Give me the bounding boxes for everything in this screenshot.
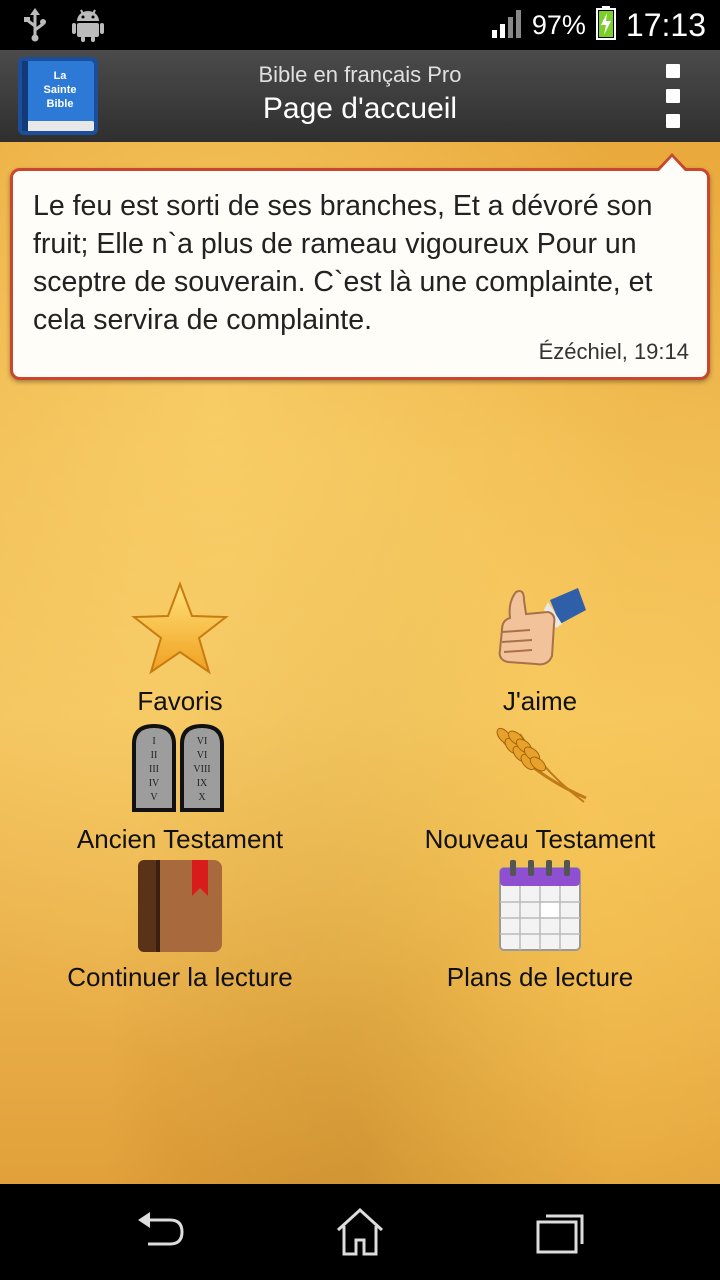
menu-item-favoris[interactable]: Favoris (80, 580, 280, 717)
tablet-numeral: III (149, 764, 159, 775)
tablet-numeral: VI (197, 750, 208, 761)
title-block: Bible en français Pro Page d'accueil (110, 50, 610, 142)
verse-of-the-day[interactable]: Le feu est sorti de ses branches, Et a d… (10, 168, 710, 380)
menu-label: Nouveau Testament (424, 824, 656, 854)
overflow-dot (666, 89, 680, 103)
menu-label: Plans de lecture (446, 962, 634, 992)
signal-icon (491, 8, 522, 43)
home-icon (336, 1207, 384, 1256)
calendar-icon (490, 856, 590, 956)
home-button[interactable] (330, 1206, 390, 1258)
battery-charging-icon (595, 5, 616, 45)
app-icon[interactable]: La Sainte Bible (16, 55, 100, 137)
tablet-numeral: IV (149, 778, 160, 789)
bookmark-book-icon (130, 856, 230, 956)
navigation-bar (0, 1184, 720, 1280)
usb-icon (22, 8, 48, 47)
menu-label: Ancien Testament (76, 824, 284, 854)
menu-label: J'aime (502, 686, 578, 716)
back-icon (138, 1212, 184, 1246)
star-icon (130, 580, 230, 680)
stone-tablets-icon: I II III IV V VI VI VIII IX X (130, 718, 230, 818)
menu-item-continuer-lecture[interactable]: Continuer la lecture (40, 856, 320, 993)
overflow-dot (666, 114, 680, 128)
verse-text: Le feu est sorti de ses branches, Et a d… (33, 190, 653, 336)
status-bar: 97% 17:13 (0, 0, 720, 50)
overflow-dot (666, 64, 680, 78)
battery-percent: 97% (531, 9, 586, 40)
tablet-numeral: V (150, 792, 158, 803)
overflow-menu-button[interactable] (658, 64, 688, 128)
tablet-numeral: X (198, 792, 206, 803)
menu-item-jaime[interactable]: J'aime (440, 580, 640, 717)
app-icon-text-1: La (54, 70, 68, 82)
tablet-numeral: II (151, 750, 158, 761)
action-bar: La Sainte Bible Bible en français Pro Pa… (0, 50, 720, 144)
page-title: Page d'accueil (262, 92, 458, 125)
back-button[interactable] (130, 1206, 190, 1258)
verse-reference: Ézéchiel, 19:14 (538, 339, 689, 364)
thumbs-up-icon (490, 580, 590, 680)
tablet-numeral: VI (197, 736, 208, 747)
app-subtitle: Bible en français Pro (258, 62, 462, 87)
android-debug-icon (72, 8, 104, 47)
app-icon-text-3: Bible (47, 98, 74, 110)
tablet-numeral: I (152, 736, 155, 747)
bubble-arrow-inner (659, 157, 685, 171)
recent-apps-button[interactable] (530, 1206, 590, 1258)
menu-item-nouveau-testament[interactable]: Nouveau Testament (400, 718, 680, 855)
recent-apps-icon (536, 1214, 584, 1254)
app-icon-text-2: Sainte (43, 84, 76, 96)
tablet-numeral: VIII (193, 764, 210, 775)
tablet-numeral: IX (197, 778, 208, 789)
menu-label: Continuer la lecture (67, 962, 293, 992)
menu-label: Favoris (137, 686, 223, 716)
menu-item-plans-lecture[interactable]: Plans de lecture (400, 856, 680, 993)
clock: 17:13 (625, 6, 706, 43)
wheat-icon (490, 718, 590, 818)
menu-item-ancien-testament[interactable]: I II III IV V VI VI VIII IX X Ancien Tes… (40, 718, 320, 855)
